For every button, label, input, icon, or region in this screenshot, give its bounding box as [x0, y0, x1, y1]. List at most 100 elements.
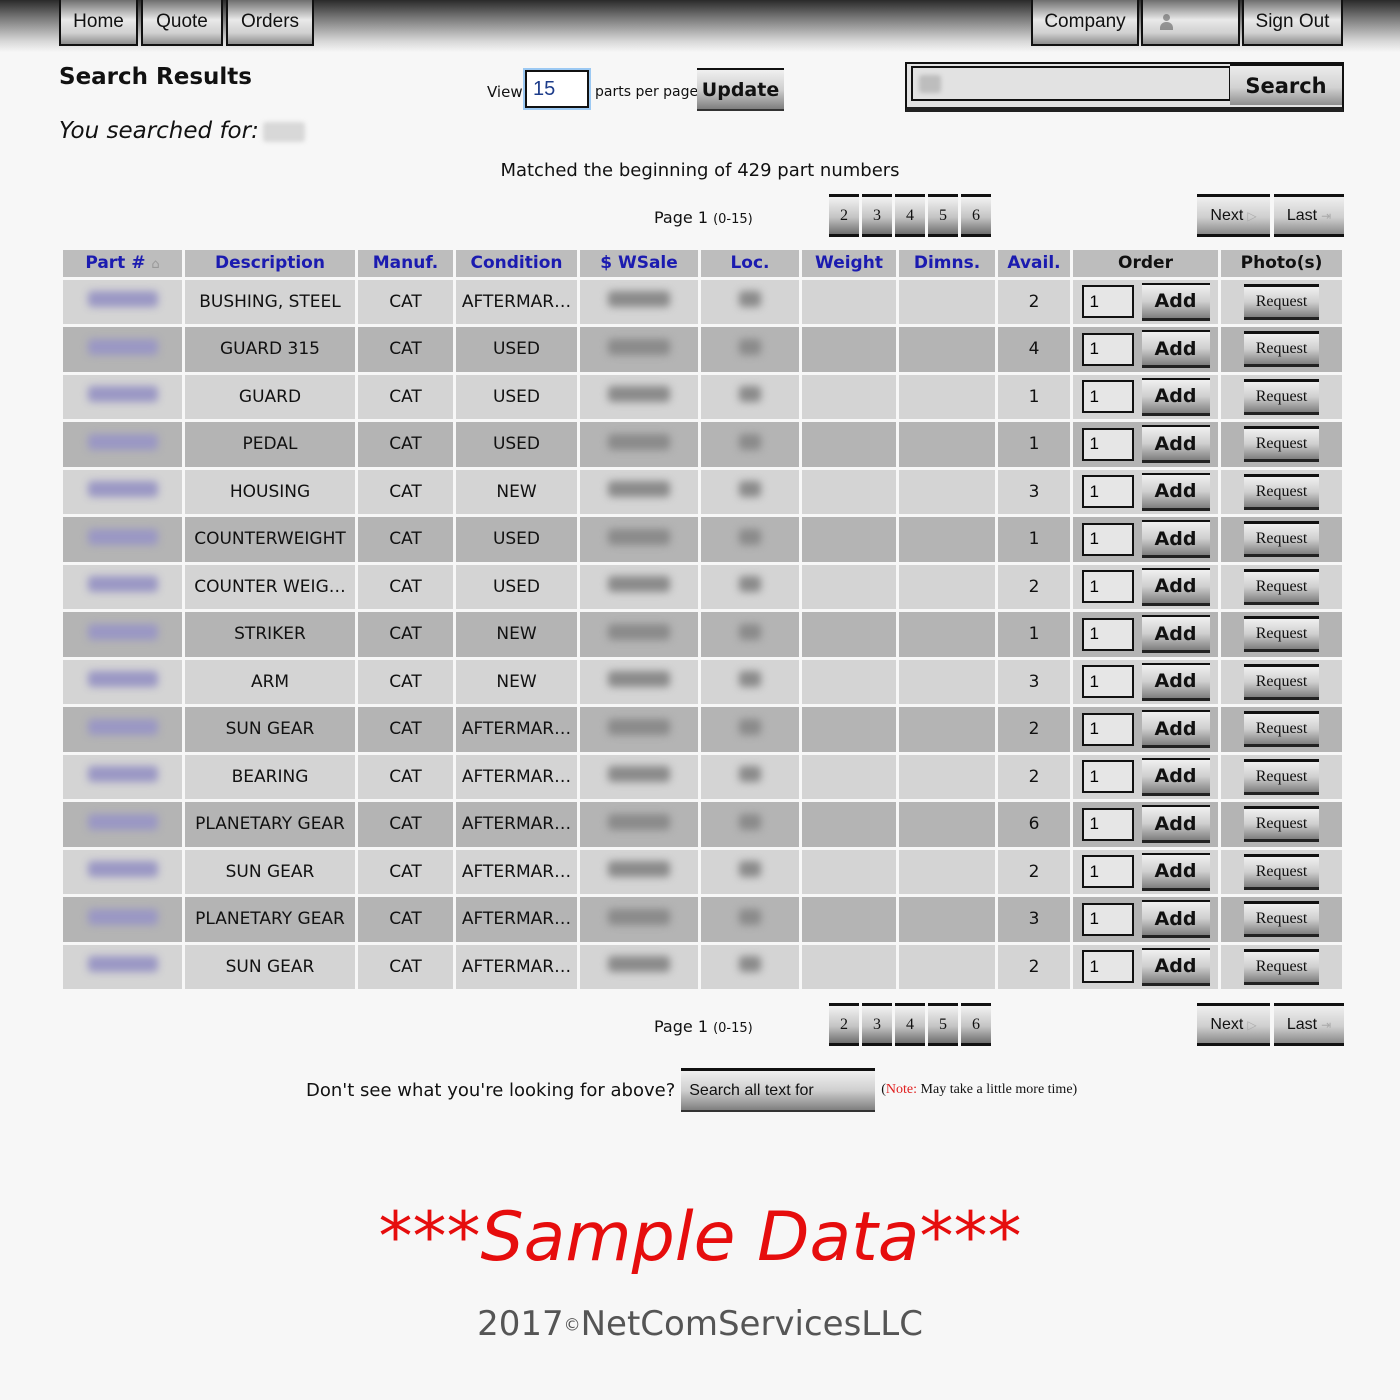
- per-page-input[interactable]: [525, 70, 589, 108]
- nav-quote-button[interactable]: Quote: [141, 0, 223, 46]
- add-to-order-button[interactable]: Add: [1141, 282, 1210, 321]
- request-photo-button[interactable]: Request: [1244, 426, 1319, 463]
- update-button[interactable]: Update: [697, 68, 784, 111]
- add-to-order-button[interactable]: Add: [1141, 472, 1210, 511]
- part-number-link[interactable]: [60, 799, 185, 850]
- part-number-link[interactable]: [60, 846, 185, 897]
- nav-sign-out-button[interactable]: Sign Out: [1242, 0, 1343, 46]
- col-weight[interactable]: Weight: [799, 250, 899, 280]
- add-to-order-button[interactable]: Add: [1141, 377, 1210, 416]
- part-number-link[interactable]: [60, 941, 185, 992]
- add-to-order-button[interactable]: Add: [1141, 757, 1210, 796]
- request-photo-button[interactable]: Request: [1244, 331, 1319, 368]
- page-6-button[interactable]: 6: [961, 194, 991, 237]
- quantity-input[interactable]: [1081, 902, 1134, 936]
- quantity-input[interactable]: [1081, 380, 1134, 414]
- part-number-link[interactable]: [60, 324, 185, 375]
- search-input[interactable]: [911, 66, 1231, 101]
- request-photo-button[interactable]: Request: [1244, 473, 1319, 510]
- page-2-button[interactable]: 2: [829, 1003, 859, 1046]
- add-to-order-button[interactable]: Add: [1141, 662, 1210, 701]
- part-number-link[interactable]: [60, 751, 185, 802]
- request-photo-button[interactable]: Request: [1244, 663, 1319, 700]
- table-row: SUN GEARCATAFTERMAR… 2 Add Request: [60, 941, 1345, 992]
- last-page-button[interactable]: Last ⇥: [1274, 194, 1344, 237]
- request-photo-button[interactable]: Request: [1244, 283, 1319, 320]
- page-4-button[interactable]: 4: [895, 194, 925, 237]
- request-photo-button[interactable]: Request: [1244, 901, 1319, 938]
- add-to-order-button[interactable]: Add: [1141, 947, 1210, 986]
- photos-cell: Request: [1218, 514, 1345, 565]
- quantity-input[interactable]: [1081, 427, 1134, 461]
- request-photo-button[interactable]: Request: [1244, 853, 1319, 890]
- part-number-redacted: [87, 481, 158, 498]
- nav-home-button[interactable]: Home: [59, 0, 138, 46]
- col-available[interactable]: Avail.: [995, 250, 1073, 280]
- col-condition[interactable]: Condition: [453, 250, 580, 280]
- quantity-input[interactable]: [1081, 855, 1134, 889]
- last-page-button[interactable]: Last ⇥: [1274, 1003, 1344, 1046]
- col-description[interactable]: Description: [182, 250, 358, 280]
- quantity-input[interactable]: [1081, 522, 1134, 556]
- part-number-link[interactable]: [60, 561, 185, 612]
- quantity-input[interactable]: [1081, 475, 1134, 509]
- request-photo-button[interactable]: Request: [1244, 758, 1319, 795]
- page-5-button[interactable]: 5: [928, 194, 958, 237]
- col-manufacturer[interactable]: Manuf.: [355, 250, 456, 280]
- part-number-link[interactable]: [60, 704, 185, 755]
- quantity-input[interactable]: [1081, 665, 1134, 699]
- request-photo-button[interactable]: Request: [1244, 948, 1319, 985]
- request-photo-button[interactable]: Request: [1244, 521, 1319, 558]
- add-to-order-button[interactable]: Add: [1141, 567, 1210, 606]
- quantity-input[interactable]: [1081, 285, 1134, 319]
- add-to-order-button[interactable]: Add: [1141, 520, 1210, 559]
- request-photo-button[interactable]: Request: [1244, 568, 1319, 605]
- page-4-button[interactable]: 4: [895, 1003, 925, 1046]
- request-photo-button[interactable]: Request: [1244, 711, 1319, 748]
- quantity-input[interactable]: [1081, 712, 1134, 746]
- part-number-link[interactable]: [60, 894, 185, 945]
- add-to-order-button[interactable]: Add: [1141, 615, 1210, 654]
- quantity-input[interactable]: [1081, 807, 1134, 841]
- quantity-input[interactable]: [1081, 332, 1134, 366]
- add-to-order-button[interactable]: Add: [1141, 900, 1210, 939]
- add-to-order-button[interactable]: Add: [1141, 425, 1210, 464]
- quantity-input[interactable]: [1081, 760, 1134, 794]
- nav-user-button[interactable]: [1141, 0, 1240, 46]
- col-location[interactable]: Loc.: [698, 250, 802, 280]
- quantity-input[interactable]: [1081, 570, 1134, 604]
- quantity-input[interactable]: [1081, 950, 1134, 984]
- part-number-link[interactable]: [60, 514, 185, 565]
- page-6-button[interactable]: 6: [961, 1003, 991, 1046]
- page-2-button[interactable]: 2: [829, 194, 859, 237]
- part-number-link[interactable]: [60, 656, 185, 707]
- price-cell: [577, 894, 701, 945]
- page-5-button[interactable]: 5: [928, 1003, 958, 1046]
- col-part-number[interactable]: Part # ⌂: [60, 250, 185, 280]
- request-photo-button[interactable]: Request: [1244, 616, 1319, 653]
- part-number-link[interactable]: [60, 371, 185, 422]
- nav-company-button[interactable]: Company: [1031, 0, 1139, 46]
- next-page-button[interactable]: Next ▷: [1197, 194, 1270, 237]
- add-to-order-button[interactable]: Add: [1141, 710, 1210, 749]
- quantity-input[interactable]: [1081, 617, 1134, 651]
- part-number-link[interactable]: [60, 419, 185, 470]
- page-3-button[interactable]: 3: [862, 194, 892, 237]
- search-button[interactable]: Search: [1230, 64, 1342, 105]
- search-all-text-button[interactable]: Search all text for: [681, 1068, 876, 1112]
- col-wholesale-price[interactable]: $ WSale: [577, 250, 701, 280]
- page-3-button[interactable]: 3: [862, 1003, 892, 1046]
- part-number-link[interactable]: [60, 466, 185, 517]
- add-to-order-button[interactable]: Add: [1141, 805, 1210, 844]
- request-photo-button[interactable]: Request: [1244, 378, 1319, 415]
- add-to-order-button[interactable]: Add: [1141, 852, 1210, 891]
- request-photo-button[interactable]: Request: [1244, 806, 1319, 843]
- part-number-link[interactable]: [60, 276, 185, 327]
- part-number-link[interactable]: [60, 609, 185, 660]
- next-page-button[interactable]: Next ▷: [1197, 1003, 1270, 1046]
- location-cell: [698, 514, 802, 565]
- nav-orders-button[interactable]: Orders: [226, 0, 314, 46]
- add-to-order-button[interactable]: Add: [1141, 330, 1210, 369]
- col-dimensions[interactable]: Dimns.: [896, 250, 998, 280]
- location-cell: [698, 656, 802, 707]
